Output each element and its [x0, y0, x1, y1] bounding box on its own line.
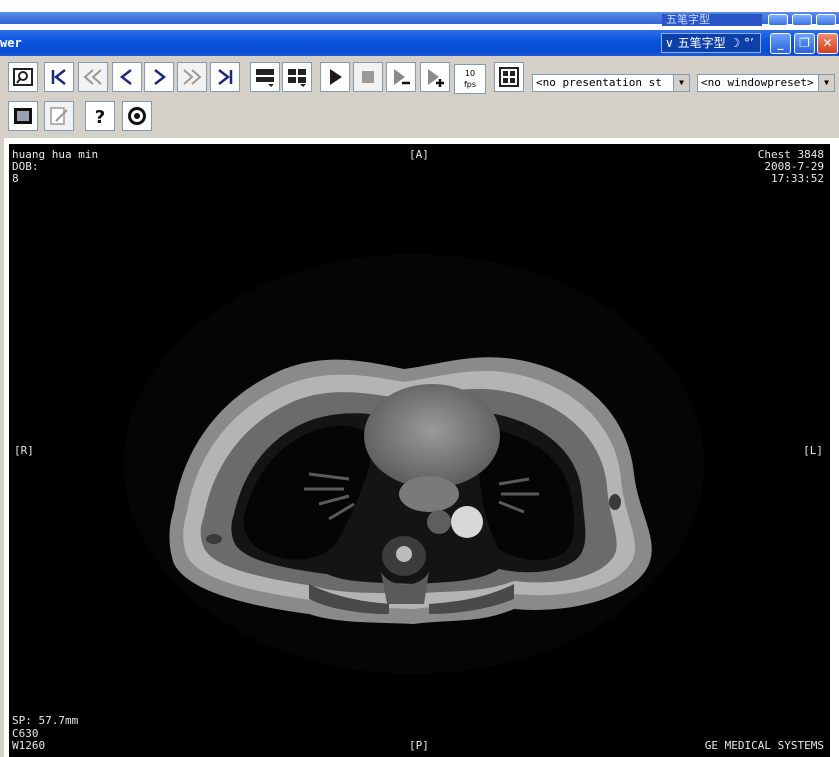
fullscreen-icon	[14, 108, 32, 124]
magnifier-icon	[13, 68, 33, 86]
fast-forward-button[interactable]	[177, 62, 207, 92]
background-ime-bar: 五笔字型	[662, 14, 762, 26]
faster-button[interactable]	[420, 62, 450, 92]
background-minimize-icon	[768, 14, 788, 26]
previous-image-icon	[119, 69, 132, 85]
ime-status-bar[interactable]: ∨ 五笔字型 ☽ °’	[661, 33, 761, 53]
title-bar[interactable]: wer ∨ 五笔字型 ☽ °’ _ ❐ ✕	[0, 30, 839, 56]
svg-text:?: ?	[95, 107, 105, 127]
background-restore-icon	[792, 14, 812, 26]
presentation-state-value: <no presentation st	[536, 76, 662, 89]
play-icon	[330, 69, 342, 85]
last-image-icon	[218, 69, 233, 85]
fullscreen-button[interactable]	[8, 101, 38, 131]
previous-image-button[interactable]	[112, 62, 142, 92]
help-icon: ?	[95, 107, 105, 127]
last-image-button[interactable]	[210, 62, 240, 92]
ime-mode-icon: ∨	[665, 36, 674, 50]
minimize-button[interactable]: _	[770, 33, 791, 54]
annotate-button[interactable]	[44, 101, 74, 131]
fast-forward-icon	[183, 69, 202, 85]
help-button[interactable]: ?	[85, 101, 115, 131]
layout-single-button[interactable]	[250, 62, 280, 92]
background-close-icon	[816, 14, 836, 26]
annotate-icon	[50, 107, 68, 125]
orientation-bottom: [P]	[409, 739, 429, 752]
zoom-button[interactable]	[8, 62, 38, 92]
image-viewport[interactable]: huang hua min DOB: 8 [A] Chest 3848 2008…	[9, 144, 830, 757]
first-image-icon	[51, 69, 66, 85]
close-icon: ✕	[822, 36, 833, 50]
presentation-state-select[interactable]: <no presentation st ▼	[532, 74, 690, 92]
screen-layout-button[interactable]	[494, 62, 524, 92]
restore-button[interactable]: ❐	[794, 33, 815, 54]
layout-grid-button[interactable]	[282, 62, 312, 92]
orientation-left: [R]	[14, 444, 34, 457]
restore-icon: ❐	[799, 36, 810, 50]
series-number: 8	[12, 172, 19, 185]
fps-indicator: 10 fps	[454, 64, 486, 94]
window-preset-value: <no windowpreset>	[701, 76, 814, 89]
orientation-top: [A]	[409, 148, 429, 161]
window-preset-select[interactable]: <no windowpreset> ▼	[697, 74, 835, 92]
ime-extra: ☽ °’	[729, 36, 754, 50]
faster-icon	[428, 69, 444, 87]
fast-rewind-button[interactable]	[78, 62, 108, 92]
ge-about-button[interactable]	[122, 101, 152, 131]
window-title: wer	[0, 36, 22, 50]
manufacturer: GE MEDICAL SYSTEMS	[704, 739, 824, 752]
study-time: 17:33:52	[771, 172, 824, 185]
next-image-icon	[154, 69, 167, 85]
mri-chest-image	[124, 254, 704, 674]
slice-position: SP: 57.7mm	[12, 714, 79, 727]
layout-1x1-icon	[256, 69, 274, 87]
window-width: W1260	[12, 739, 46, 752]
minimize-icon: _	[777, 36, 784, 50]
ge-logo-icon	[128, 107, 146, 125]
close-button[interactable]: ✕	[817, 33, 838, 54]
first-image-button[interactable]	[44, 62, 74, 92]
fps-unit: fps	[463, 80, 477, 89]
fps-value: 10	[464, 69, 476, 78]
slower-button[interactable]	[386, 62, 416, 92]
orientation-right: [L]	[803, 444, 823, 457]
background-window-strip: 五笔字型	[0, 0, 839, 30]
play-button[interactable]	[320, 62, 350, 92]
slower-icon	[394, 69, 410, 85]
ime-label: 五笔字型	[677, 36, 726, 50]
fast-rewind-icon	[83, 69, 102, 85]
chevron-down-icon[interactable]: ▼	[818, 75, 834, 91]
screen-layout-icon	[499, 67, 519, 87]
stop-button[interactable]	[353, 62, 383, 92]
stop-icon	[362, 71, 374, 83]
chevron-down-icon[interactable]: ▼	[673, 75, 689, 91]
next-image-button[interactable]	[144, 62, 174, 92]
layout-2x2-icon	[288, 69, 306, 87]
